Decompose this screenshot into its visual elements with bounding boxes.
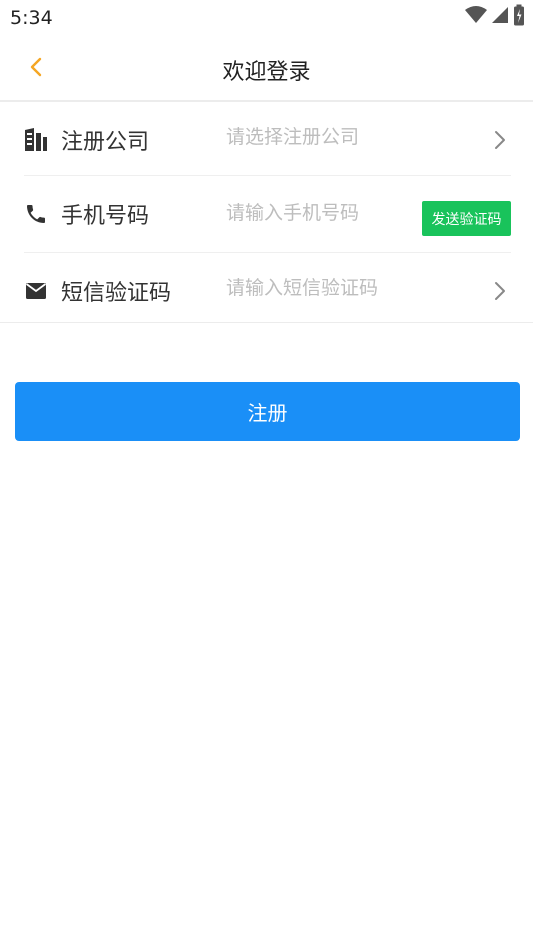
mail-icon: [24, 279, 48, 303]
status-icons: [465, 4, 525, 30]
registration-form: 注册公司 手机号码 发送验证码 短信验证码: [0, 104, 533, 325]
battery-icon: [513, 4, 525, 30]
chevron-right-icon[interactable]: [493, 280, 507, 302]
company-select-input[interactable]: [226, 126, 416, 148]
sms-code-input[interactable]: [226, 277, 416, 299]
status-time: 5:34: [10, 7, 53, 29]
form-divider: [0, 322, 533, 323]
sms-code-label: 短信验证码: [61, 281, 172, 306]
phone-icon: [24, 202, 48, 226]
send-code-button[interactable]: 发送验证码: [422, 201, 511, 236]
sms-code-row: 短信验证码: [24, 253, 511, 325]
chevron-right-icon[interactable]: [493, 129, 507, 151]
phone-input[interactable]: [226, 202, 406, 224]
phone-label: 手机号码: [61, 204, 150, 229]
page-title: 欢迎登录: [222, 60, 311, 85]
status-bar: 5:34: [0, 0, 533, 36]
company-label: 注册公司: [61, 130, 150, 155]
app-header: 欢迎登录: [0, 36, 533, 102]
building-icon: [24, 128, 48, 152]
phone-row: 手机号码 发送验证码: [24, 176, 511, 253]
wifi-icon: [465, 6, 487, 28]
register-button[interactable]: 注册: [15, 382, 520, 441]
company-row[interactable]: 注册公司: [24, 104, 511, 176]
cellular-signal-icon: [491, 6, 509, 28]
